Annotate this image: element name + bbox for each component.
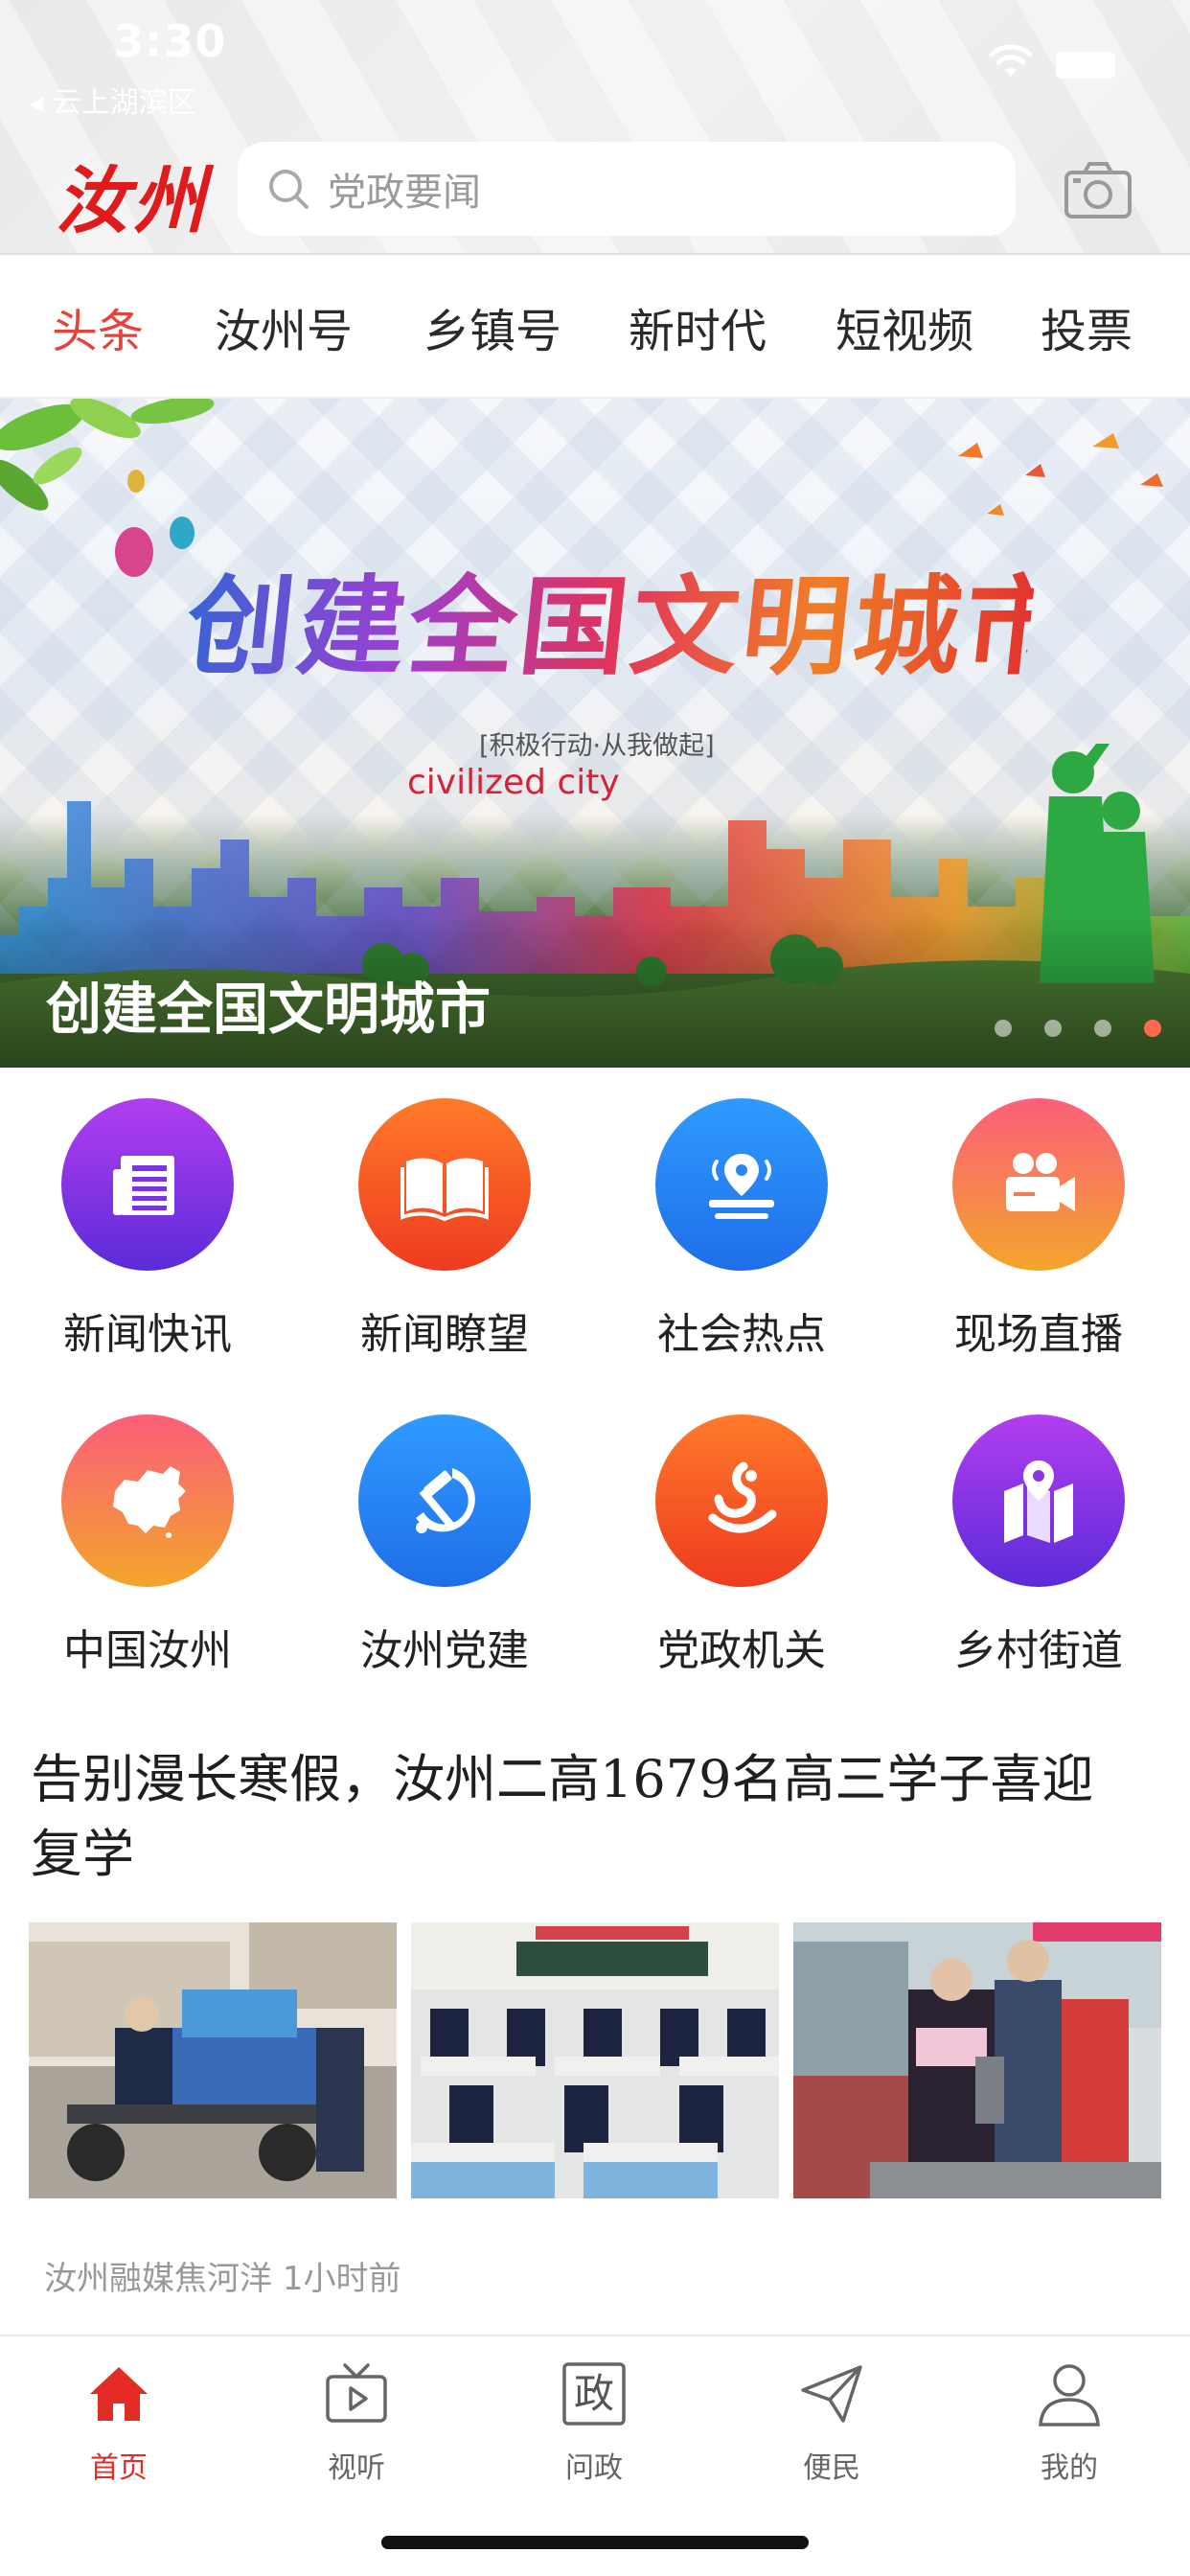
emblem-icon [655, 1414, 828, 1587]
hammer-sickle-icon [358, 1414, 531, 1587]
nav-home[interactable]: 首页 [0, 2356, 238, 2499]
grid-item-party-building[interactable]: 汝州党建 [320, 1414, 569, 1675]
grid-item-village-street[interactable]: 乡村街道 [914, 1414, 1163, 1675]
article-thumbnail-3[interactable] [793, 1922, 1161, 2198]
nav-label: 我的 [1041, 2451, 1098, 2485]
grid-item-label: 党政机关 [657, 1626, 826, 1675]
zheng-glyph: 政 [574, 2370, 614, 2417]
grid-item-label: 现场直播 [954, 1310, 1123, 1359]
app-header: 3:30 ◂ 云上湖滨区 汝州 党政要闻 [0, 0, 1190, 255]
search-placeholder: 党政要闻 [328, 171, 481, 215]
china-map-icon [61, 1414, 234, 1587]
tab-ruzhou-hao[interactable]: 汝州号 [215, 293, 353, 360]
back-to-app-link[interactable]: ◂ 云上湖滨区 [29, 79, 196, 121]
channel-tabs: 头条 汝州号 乡镇号 新时代 短视频 投票 [0, 255, 1190, 399]
grid-item-government-agencies[interactable]: 党政机关 [617, 1414, 866, 1675]
article-thumbnail-1[interactable] [29, 1922, 397, 2198]
nav-label: 问政 [565, 2451, 623, 2485]
zheng-icon: 政 [562, 2362, 626, 2426]
article-meta: 汝州融媒焦河洋 1小时前 [44, 2252, 400, 2299]
user-icon [1039, 2364, 1100, 2426]
grid-item-social-hotspot[interactable]: 社会热点 [617, 1098, 866, 1359]
grid-item-label: 社会热点 [657, 1310, 826, 1359]
photo-police-tricycle [29, 1922, 397, 2198]
birds-decoration [958, 433, 1163, 516]
open-book-icon [358, 1098, 531, 1271]
home-indicator[interactable] [381, 2536, 809, 2549]
map-pin-icon [952, 1414, 1125, 1587]
carousel-dot[interactable] [1044, 1020, 1062, 1037]
app-logo: 汝州 [56, 158, 209, 243]
grid-item-label: 中国汝州 [63, 1626, 232, 1675]
nav-label: 首页 [90, 2451, 148, 2485]
camera-icon[interactable] [1064, 159, 1133, 220]
nav-ask-government[interactable]: 政 问政 [475, 2356, 713, 2499]
carousel-indicators [995, 1020, 1161, 1037]
grid-item-live-broadcast[interactable]: 现场直播 [914, 1098, 1163, 1359]
tv-play-icon [326, 2363, 387, 2423]
grid-item-label: 乡村街道 [954, 1626, 1123, 1675]
status-time: 3:30 [113, 15, 227, 67]
carousel-dot-active[interactable] [1144, 1020, 1161, 1037]
location-pin-icon [655, 1098, 828, 1271]
grid-item-label: 新闻快讯 [63, 1310, 232, 1359]
wifi-icon [989, 44, 1033, 77]
grid-item-news-outlook[interactable]: 新闻瞭望 [320, 1098, 569, 1359]
tab-short-video[interactable]: 短视频 [835, 293, 973, 360]
banner-carousel[interactable]: 创建全国文明城市 [积极行动·从我做起] civilized city 创建全国… [0, 399, 1190, 1068]
search-icon [269, 170, 309, 209]
nav-convenience[interactable]: 便民 [713, 2356, 950, 2499]
tab-vote[interactable]: 投票 [1041, 293, 1133, 360]
banner-caption: 创建全国文明城市 [46, 977, 492, 1042]
video-camera-icon [952, 1098, 1125, 1271]
carousel-dot[interactable] [1094, 1020, 1111, 1037]
tab-township-hao[interactable]: 乡镇号 [423, 293, 561, 360]
tab-headlines[interactable]: 头条 [52, 293, 144, 360]
nav-mine[interactable]: 我的 [950, 2356, 1188, 2499]
battery-icon [1056, 52, 1115, 79]
photo-temperature-check [793, 1922, 1161, 2198]
photo-classroom [411, 1922, 779, 2198]
article-title[interactable]: 告别漫长寒假，汝州二高1679名高三学子喜迎复学 [31, 1742, 1142, 1892]
grid-item-news-flash[interactable]: 新闻快讯 [23, 1098, 272, 1359]
paper-plane-icon [801, 2365, 862, 2423]
carousel-dot[interactable] [995, 1020, 1012, 1037]
banner-slogan: 创建全国文明城市 [179, 540, 1083, 696]
nav-audio-video[interactable]: 视听 [238, 2356, 475, 2499]
article-time: 1小时前 [282, 2260, 401, 2298]
tab-new-era[interactable]: 新时代 [629, 293, 767, 360]
search-input[interactable]: 党政要闻 [238, 142, 1016, 236]
nav-label: 便民 [803, 2451, 860, 2485]
nav-label: 视听 [328, 2451, 385, 2485]
grid-item-label: 汝州党建 [360, 1626, 529, 1675]
newspaper-icon [61, 1098, 234, 1271]
article-thumbnail-2[interactable] [411, 1922, 779, 2198]
home-icon [90, 2367, 148, 2421]
grid-item-china-ruzhou[interactable]: 中国汝州 [23, 1414, 272, 1675]
grid-item-label: 新闻瞭望 [360, 1310, 529, 1359]
article-source: 汝州融媒焦河洋 [44, 2260, 272, 2298]
